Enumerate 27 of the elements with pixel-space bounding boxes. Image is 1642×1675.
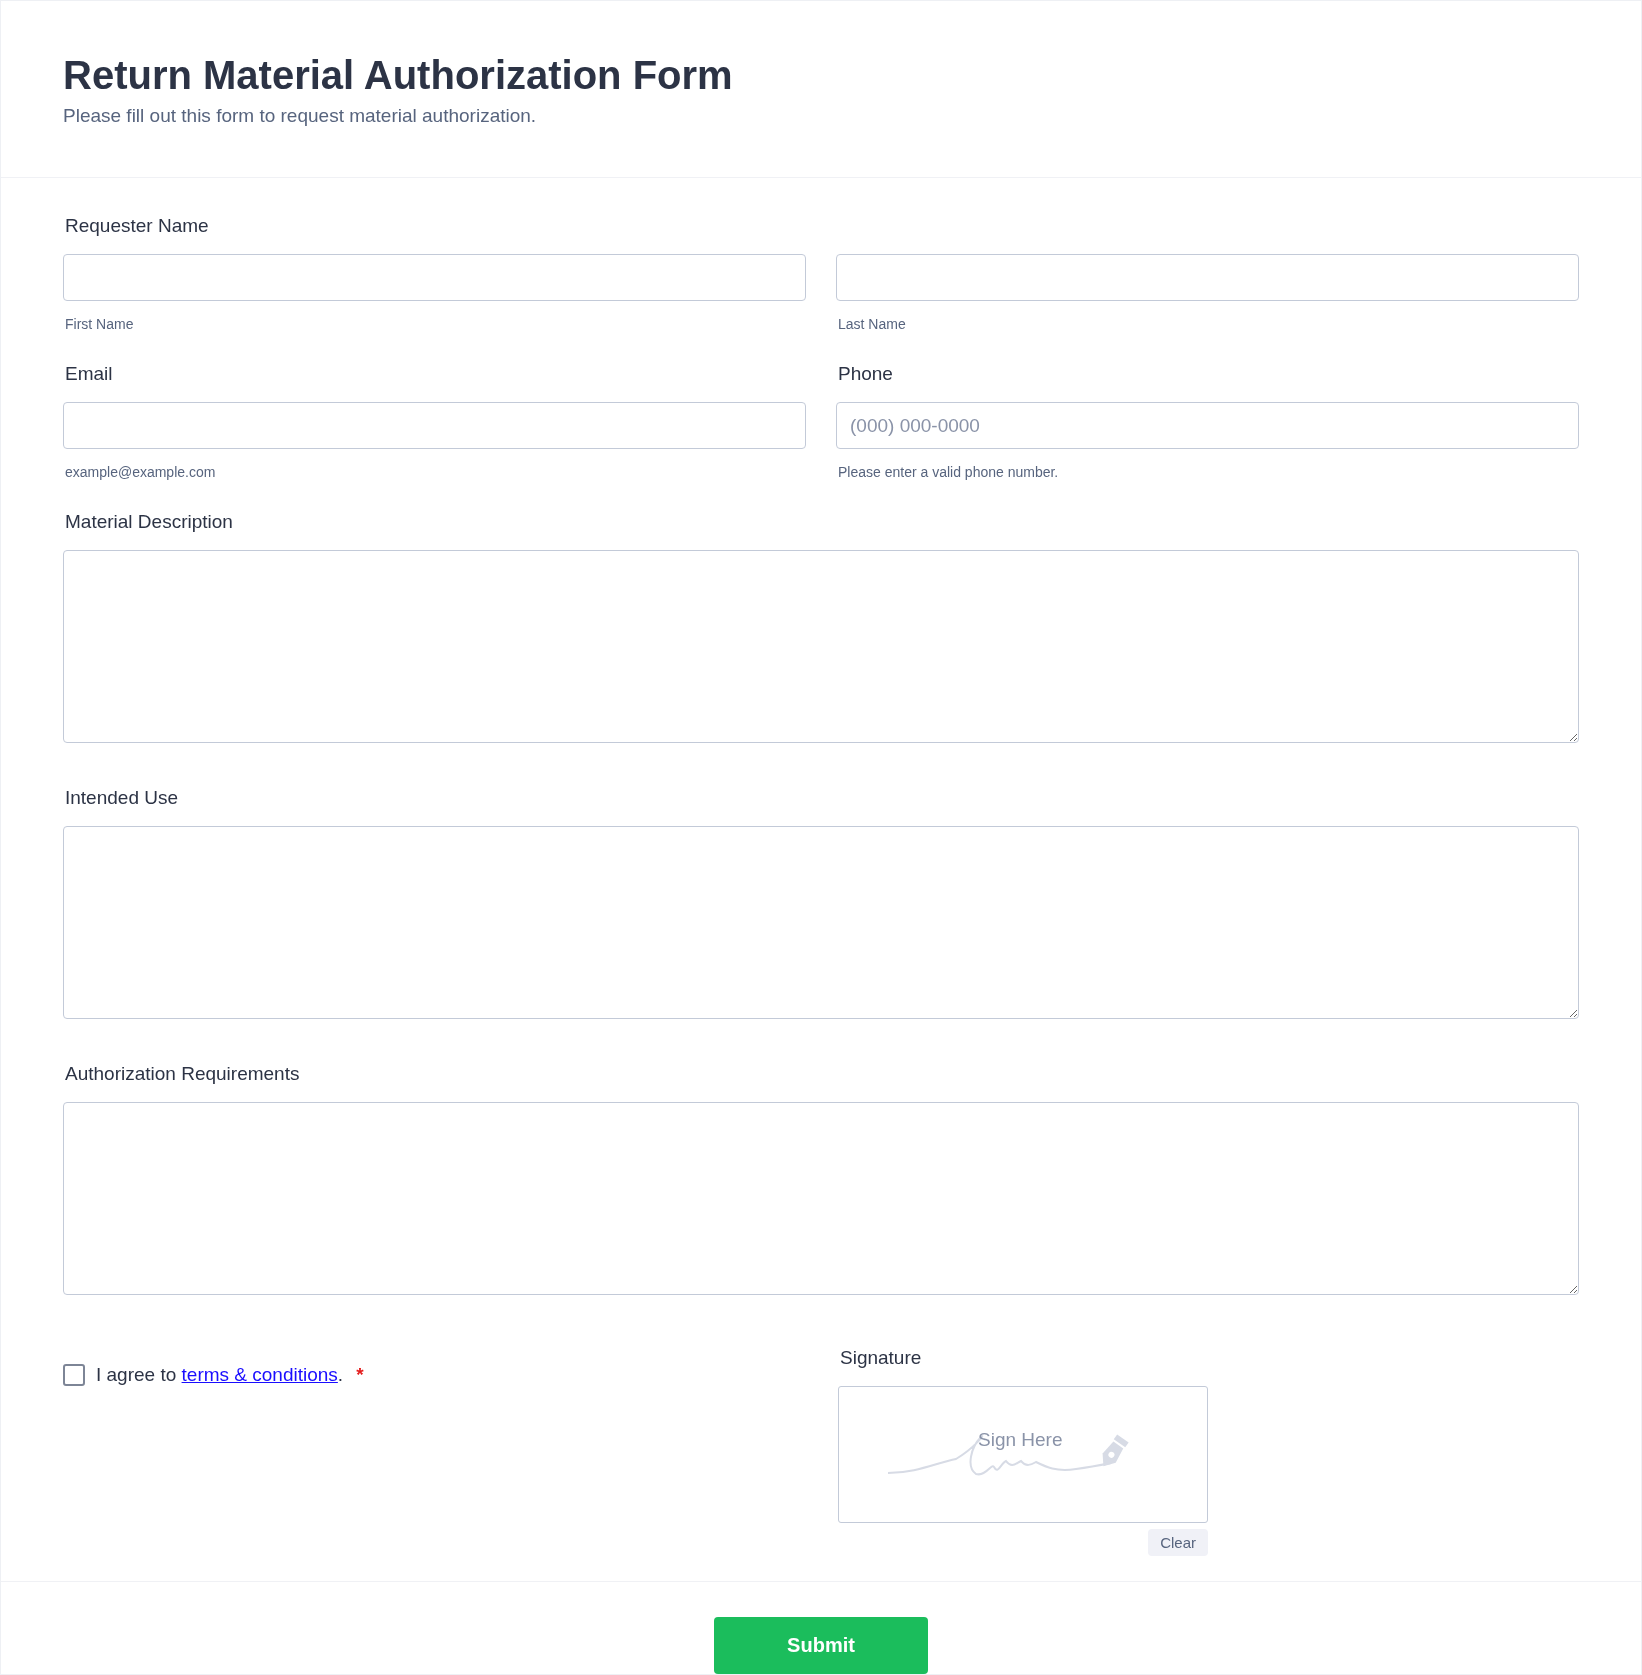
field-label: Intended Use: [65, 787, 180, 809]
field-label: Requester Name: [65, 215, 210, 237]
field-label: Signature: [840, 1347, 923, 1369]
field-sublabel: First Name: [65, 316, 134, 332]
field-label: Material Description: [65, 511, 234, 533]
signature-pad[interactable]: Sign Here: [838, 1386, 1208, 1523]
input-field[interactable]: [63, 254, 806, 301]
checkbox[interactable]: [63, 1364, 85, 1386]
form-title: Return Material Authorization Form: [63, 52, 734, 99]
terms-text: I agree to terms & conditions.: [96, 1364, 344, 1386]
field-label: Email: [65, 363, 114, 385]
field-sublabel: example@example.com: [65, 464, 216, 480]
text-area[interactable]: [63, 826, 1579, 1019]
text-area[interactable]: [63, 1102, 1579, 1295]
input-field[interactable]: [836, 254, 1579, 301]
clear-button[interactable]: Clear: [1148, 1529, 1208, 1556]
form-subtitle: Please fill out this form to request material authorization.: [63, 105, 538, 127]
field-sublabel: Please enter a valid phone number.: [838, 464, 1059, 480]
input-field[interactable]: [63, 402, 806, 449]
terms-link[interactable]: terms & conditions: [181, 1364, 338, 1385]
input-field[interactable]: (000) 000-0000: [836, 402, 1579, 449]
sign-here-hint: Sign Here: [978, 1429, 1063, 1451]
required-mark: *: [356, 1364, 364, 1386]
field-label: Authorization Requirements: [65, 1063, 301, 1085]
field-sublabel: Last Name: [838, 316, 906, 332]
text-area[interactable]: [63, 550, 1579, 743]
field-label: Phone: [838, 363, 894, 385]
